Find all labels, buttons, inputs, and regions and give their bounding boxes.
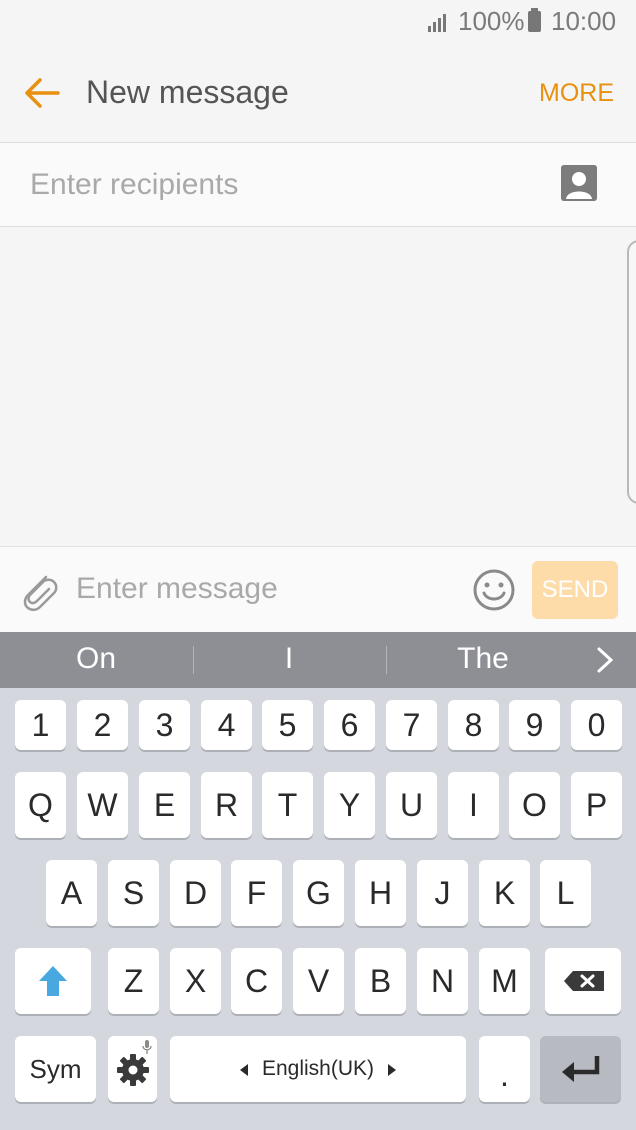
- backspace-key[interactable]: [545, 948, 621, 1014]
- key-b[interactable]: B: [355, 948, 406, 1014]
- signal-icon: [428, 14, 446, 32]
- suggestion-bar: On I The: [0, 632, 636, 688]
- key-2[interactable]: 2: [77, 700, 128, 750]
- key-c[interactable]: C: [231, 948, 282, 1014]
- app-bar: New message MORE: [0, 44, 636, 143]
- key-n[interactable]: N: [417, 948, 468, 1014]
- shift-key[interactable]: [15, 948, 91, 1014]
- period-key[interactable]: .: [479, 1036, 530, 1102]
- battery-icon: [528, 8, 541, 32]
- key-r[interactable]: R: [201, 772, 252, 838]
- key-0[interactable]: 0: [571, 700, 622, 750]
- space-key-label: English(UK): [261, 1057, 375, 1080]
- key-y[interactable]: Y: [324, 772, 375, 838]
- conversation-area: [0, 227, 636, 546]
- key-a[interactable]: A: [46, 860, 97, 926]
- key-z[interactable]: Z: [108, 948, 159, 1014]
- suggestion-divider: [386, 646, 387, 674]
- key-j[interactable]: J: [417, 860, 468, 926]
- compose-bar: SEND: [0, 546, 636, 633]
- key-x[interactable]: X: [170, 948, 221, 1014]
- battery-percent: 100%: [458, 6, 525, 36]
- contact-icon[interactable]: [561, 165, 597, 201]
- backspace-icon: [564, 971, 604, 991]
- key-1[interactable]: 1: [15, 700, 66, 750]
- page-title: New message: [86, 74, 289, 110]
- edge-panel-handle[interactable]: [627, 240, 636, 504]
- key-9[interactable]: 9: [509, 700, 560, 750]
- keyboard: 1 2 3 4 5 6 7 8 9 0 Q W E R T Y U I O P …: [0, 688, 636, 1130]
- message-input[interactable]: [74, 563, 458, 615]
- key-g[interactable]: G: [293, 860, 344, 926]
- sym-key[interactable]: Sym: [15, 1036, 96, 1102]
- key-w[interactable]: W: [77, 772, 128, 838]
- send-button[interactable]: SEND: [532, 561, 618, 619]
- enter-key[interactable]: [540, 1036, 621, 1102]
- key-4[interactable]: 4: [201, 700, 252, 750]
- key-6[interactable]: 6: [324, 700, 375, 750]
- emoji-icon[interactable]: [472, 568, 516, 612]
- clock: 10:00: [551, 6, 617, 36]
- more-button[interactable]: MORE: [539, 79, 614, 108]
- suggestion-item[interactable]: On: [40, 642, 152, 676]
- key-f[interactable]: F: [231, 860, 282, 926]
- key-h[interactable]: H: [355, 860, 406, 926]
- key-o[interactable]: O: [509, 772, 560, 838]
- settings-key[interactable]: [108, 1036, 157, 1102]
- suggestion-divider: [193, 646, 194, 674]
- shift-icon: [39, 966, 67, 996]
- chevron-right-icon: [388, 1064, 396, 1076]
- chevron-left-icon: [240, 1064, 248, 1076]
- gear-icon: [117, 1054, 149, 1086]
- space-key[interactable]: English(UK): [170, 1036, 466, 1102]
- key-d[interactable]: D: [170, 860, 221, 926]
- paperclip-icon[interactable]: [18, 569, 60, 613]
- key-p[interactable]: P: [571, 772, 622, 838]
- key-t[interactable]: T: [262, 772, 313, 838]
- key-q[interactable]: Q: [15, 772, 66, 838]
- status-bar: 100% 10:00: [0, 0, 636, 44]
- key-8[interactable]: 8: [448, 700, 499, 750]
- key-m[interactable]: M: [479, 948, 530, 1014]
- recipients-input[interactable]: [28, 159, 512, 211]
- enter-icon: [562, 1056, 600, 1082]
- key-5[interactable]: 5: [262, 700, 313, 750]
- key-l[interactable]: L: [540, 860, 591, 926]
- key-i[interactable]: I: [448, 772, 499, 838]
- key-v[interactable]: V: [293, 948, 344, 1014]
- key-3[interactable]: 3: [139, 700, 190, 750]
- key-k[interactable]: K: [479, 860, 530, 926]
- back-arrow-icon[interactable]: [22, 73, 62, 113]
- chevron-right-icon[interactable]: [594, 646, 616, 674]
- key-e[interactable]: E: [139, 772, 190, 838]
- key-7[interactable]: 7: [386, 700, 437, 750]
- mic-icon: [142, 1040, 152, 1054]
- key-s[interactable]: S: [108, 860, 159, 926]
- recipients-bar: [0, 143, 636, 227]
- key-u[interactable]: U: [386, 772, 437, 838]
- suggestion-item[interactable]: I: [233, 642, 345, 676]
- suggestion-item[interactable]: The: [427, 642, 539, 676]
